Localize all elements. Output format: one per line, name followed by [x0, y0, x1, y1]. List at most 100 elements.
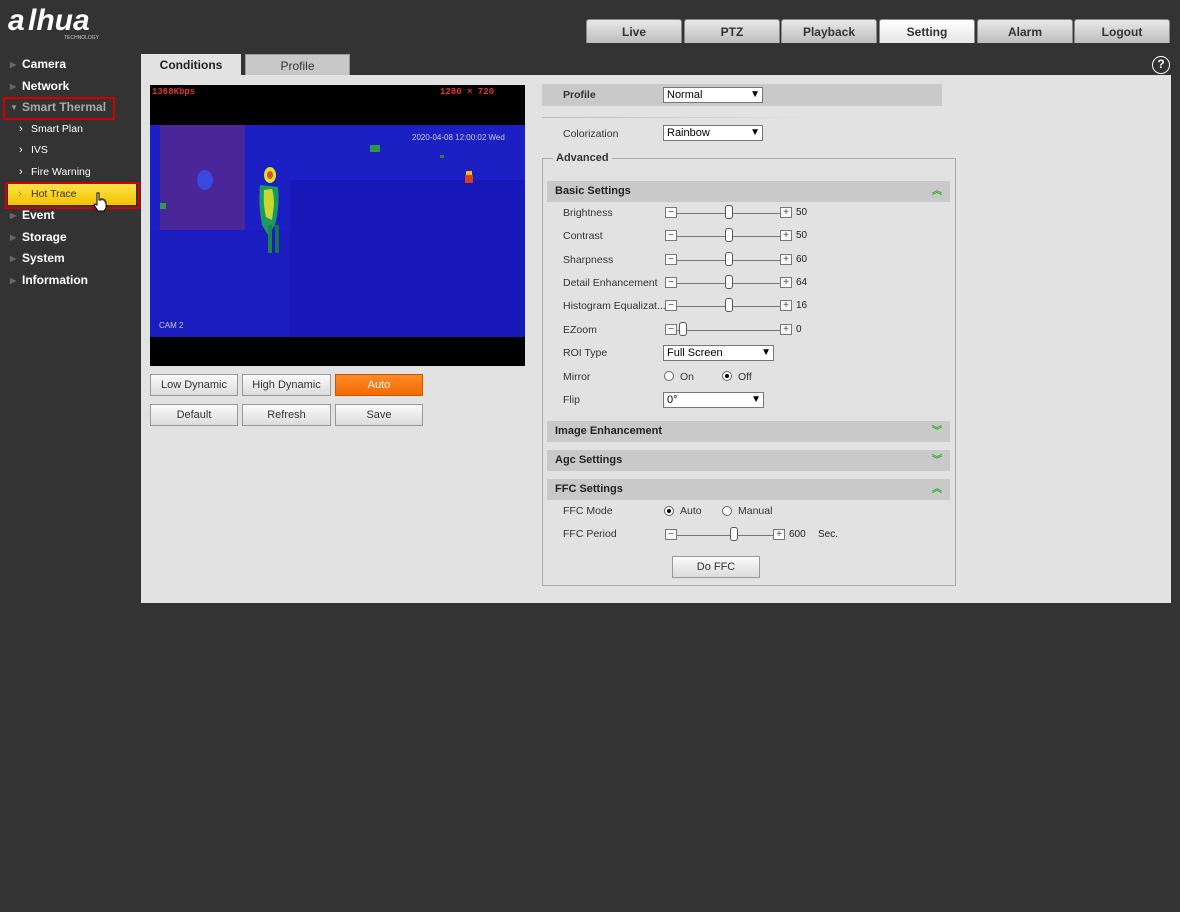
save-button[interactable]: Save: [335, 404, 423, 426]
detail-enhancement-slider-thumb[interactable]: [725, 275, 733, 289]
ffc-period-label: FFC Period: [563, 528, 617, 540]
expand-down-icon: ︾: [932, 455, 942, 466]
contrast-slider-thumb[interactable]: [725, 228, 733, 242]
chevron-right-icon: ›: [19, 144, 23, 157]
histogram-minus-button[interactable]: −: [665, 300, 677, 311]
auto-button[interactable]: Auto: [335, 374, 423, 396]
histogram-value: 16: [796, 300, 808, 311]
sidebar-item-information[interactable]: ▶ Information: [0, 270, 140, 292]
ffc-period-minus-button[interactable]: −: [665, 529, 677, 540]
sidebar-item-label: Camera: [22, 57, 67, 71]
high-dynamic-button[interactable]: High Dynamic: [242, 374, 331, 396]
histogram-plus-button[interactable]: +: [780, 300, 792, 311]
contrast-plus-button[interactable]: +: [780, 230, 792, 241]
histogram-slider-thumb[interactable]: [725, 298, 733, 312]
tab-conditions[interactable]: Conditions: [141, 54, 241, 76]
colorization-select[interactable]: Rainbow ▼: [663, 125, 763, 141]
tab-ptz[interactable]: PTZ: [684, 19, 780, 43]
brightness-plus-button[interactable]: +: [780, 207, 792, 218]
expand-down-icon: ︾: [932, 426, 942, 437]
ffc-mode-auto-radio[interactable]: [664, 506, 674, 516]
collapse-up-icon: ︽: [932, 186, 942, 197]
image-enhancement-header[interactable]: Image Enhancement ︾: [547, 421, 950, 442]
profile-select[interactable]: Normal ▼: [663, 87, 763, 103]
ffc-mode-manual-label: Manual: [738, 505, 773, 517]
thermal-image: 2020-04-08 12:00:02 Wed CAM 2: [150, 125, 525, 337]
detail-enhancement-minus-button[interactable]: −: [665, 277, 677, 288]
ffc-period-value: 600: [789, 529, 806, 540]
brightness-slider-thumb[interactable]: [725, 205, 733, 219]
colorization-label: Colorization: [563, 128, 619, 140]
mirror-on-radio[interactable]: [664, 371, 674, 381]
profile-select-value: Normal: [667, 89, 703, 101]
video-preview: 1368Kbps 1280 × 720 2020-04-08 12:00:02 …: [150, 85, 525, 366]
detail-enhancement-plus-button[interactable]: +: [780, 277, 792, 288]
sidebar-item-system[interactable]: ▶ System: [0, 248, 140, 270]
chevron-down-icon: ▼: [750, 89, 760, 100]
tab-alarm[interactable]: Alarm: [977, 19, 1073, 43]
chevron-right-icon: ›: [19, 122, 23, 135]
brightness-minus-button[interactable]: −: [665, 207, 677, 218]
content-tabbar: Conditions Profile Management ?: [141, 54, 1171, 95]
ezoom-value: 0: [796, 324, 802, 335]
ffc-period-unit: Sec.: [818, 529, 839, 540]
sidebar-item-hot-trace[interactable]: › Hot Trace: [8, 183, 136, 206]
roi-type-select[interactable]: Full Screen ▼: [663, 345, 774, 361]
ffc-settings-header[interactable]: FFC Settings ︽: [547, 479, 950, 500]
default-button[interactable]: Default: [150, 404, 238, 426]
sidebar-item-fire-warning[interactable]: › Fire Warning: [0, 162, 140, 184]
svg-text:lhua: lhua: [28, 4, 90, 37]
sidebar: ▶ Camera ▶ Network ▼ Smart Thermal › Smart P…: [0, 54, 140, 292]
ffc-mode-manual-radio[interactable]: [722, 506, 732, 516]
sidebar-item-ivs[interactable]: › IVS: [0, 140, 140, 162]
ffc-period-plus-button[interactable]: +: [773, 529, 785, 540]
svg-text:a: a: [8, 4, 25, 37]
ffc-period-track[interactable]: [677, 535, 773, 536]
ezoom-slider-thumb[interactable]: [679, 322, 687, 336]
chevron-right-icon: ›: [19, 165, 23, 178]
do-ffc-button[interactable]: Do FFC: [672, 556, 760, 578]
header: a lhua TECHNOLOGY Live PTZ Playback Sett…: [0, 0, 1180, 44]
sidebar-item-label: Fire Warning: [31, 165, 91, 178]
chevron-right-icon: ›: [18, 187, 22, 200]
sharpness-plus-button[interactable]: +: [780, 254, 792, 265]
sidebar-item-camera[interactable]: ▶ Camera: [0, 54, 140, 76]
ezoom-track[interactable]: [677, 330, 780, 331]
sidebar-item-storage[interactable]: ▶ Storage: [0, 227, 140, 249]
profile-row: Profile Normal ▼: [542, 84, 942, 106]
low-dynamic-button[interactable]: Low Dynamic: [150, 374, 238, 396]
roi-type-select-value: Full Screen: [667, 347, 723, 359]
sharpness-minus-button[interactable]: −: [665, 254, 677, 265]
agc-settings-header[interactable]: Agc Settings ︾: [547, 450, 950, 471]
basic-settings-title: Basic Settings: [555, 185, 631, 197]
flip-label: Flip: [563, 394, 580, 406]
histogram-equalization-label: Histogram Equalizat...: [563, 300, 666, 312]
sharpness-slider-thumb[interactable]: [725, 252, 733, 266]
sidebar-item-smart-plan[interactable]: › Smart Plan: [0, 119, 140, 141]
basic-settings-header[interactable]: Basic Settings ︽: [547, 181, 950, 202]
flip-select[interactable]: 0° ▼: [663, 392, 764, 408]
ezoom-plus-button[interactable]: +: [780, 324, 792, 335]
ffc-period-slider-thumb[interactable]: [730, 527, 738, 541]
tab-live[interactable]: Live: [586, 19, 682, 43]
sidebar-item-smart-thermal[interactable]: ▼ Smart Thermal: [0, 97, 140, 119]
tab-setting[interactable]: Setting: [879, 19, 975, 43]
tab-playback[interactable]: Playback: [781, 19, 877, 43]
triangle-right-icon: ▶: [10, 232, 17, 242]
sidebar-item-event[interactable]: ▶ Event: [0, 205, 140, 227]
sidebar-item-network[interactable]: ▶ Network: [0, 76, 140, 98]
advanced-legend: Advanced: [553, 152, 612, 164]
contrast-value: 50: [796, 230, 808, 241]
mirror-off-label: Off: [738, 371, 752, 383]
sidebar-item-label: Hot Trace: [31, 187, 77, 200]
contrast-minus-button[interactable]: −: [665, 230, 677, 241]
tab-logout[interactable]: Logout: [1074, 19, 1170, 43]
mirror-off-radio[interactable]: [722, 371, 732, 381]
ezoom-minus-button[interactable]: −: [665, 324, 677, 335]
contrast-label: Contrast: [563, 230, 603, 242]
refresh-button[interactable]: Refresh: [242, 404, 331, 426]
tab-profile-management[interactable]: Profile Management: [245, 54, 350, 95]
mirror-label: Mirror: [563, 371, 591, 383]
sidebar-item-label: Smart Thermal: [22, 100, 107, 115]
help-icon[interactable]: ?: [1152, 56, 1170, 74]
